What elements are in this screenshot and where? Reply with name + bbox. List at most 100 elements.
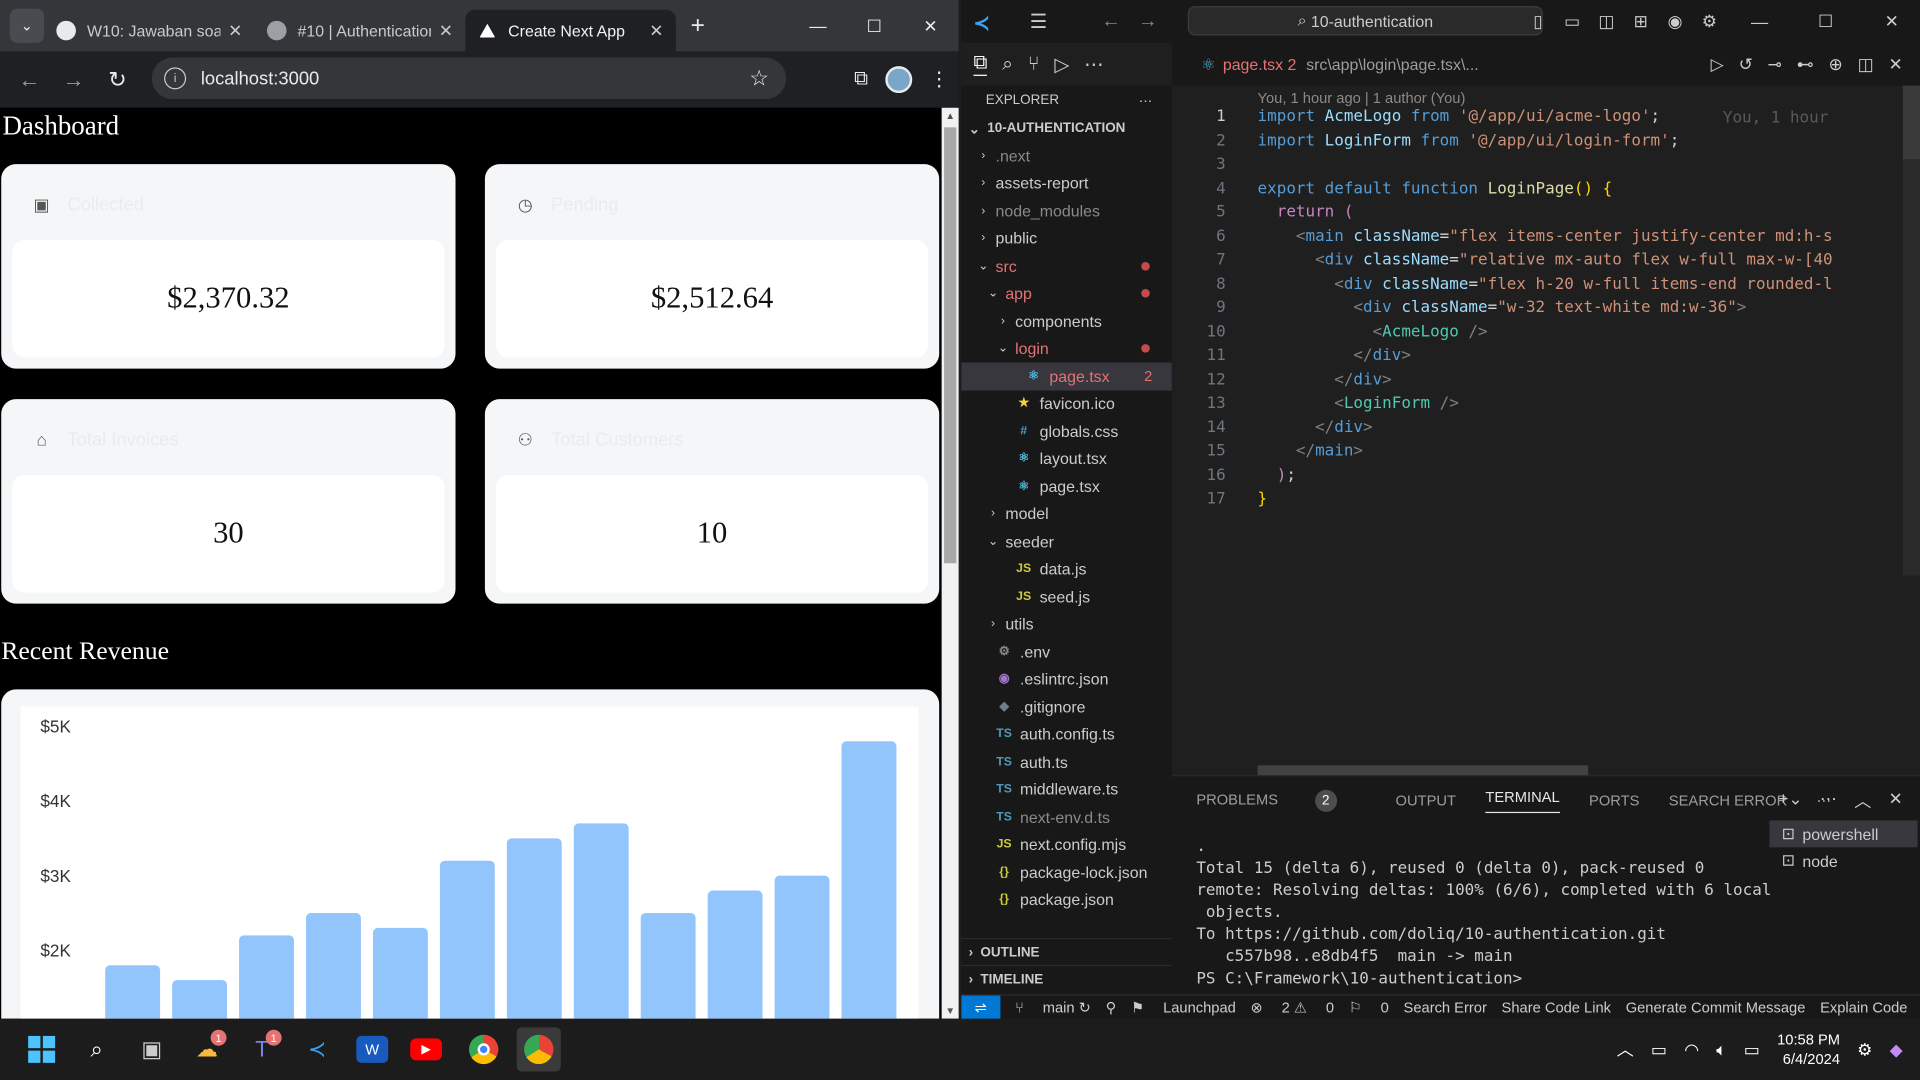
close-icon[interactable]: ✕: [1864, 11, 1920, 32]
command-center[interactable]: ⌕ 10-authentication: [1187, 6, 1543, 36]
chrome-profile-icon[interactable]: [516, 1027, 561, 1072]
scroll-down-icon[interactable]: ▼: [945, 1005, 955, 1016]
back-icon[interactable]: ←: [7, 67, 51, 93]
word-icon[interactable]: W: [356, 1035, 389, 1063]
tab-ports[interactable]: PORTS: [1589, 792, 1639, 809]
terminal-item-powershell[interactable]: ⊡ powershell: [1769, 820, 1918, 848]
tree-item[interactable]: › assets-report: [961, 170, 1172, 198]
minimize-icon[interactable]: —: [1731, 12, 1787, 32]
open-changes-icon[interactable]: ↺: [1739, 54, 1753, 75]
close-panel-icon[interactable]: ✕: [1889, 789, 1903, 813]
tree-item[interactable]: ⌄ app: [961, 280, 1172, 308]
settings-gear-icon[interactable]: ⚙: [1857, 1039, 1872, 1060]
remote-icon[interactable]: ⇌: [961, 994, 1001, 1019]
tree-item[interactable]: ⌄ seeder: [961, 528, 1172, 556]
tree-item[interactable]: ⚛ page.tsx: [961, 473, 1172, 501]
tree-item[interactable]: › public: [961, 225, 1172, 253]
copilot-icon[interactable]: ◆: [1890, 1039, 1903, 1060]
tree-item[interactable]: {} package-lock.json: [961, 858, 1172, 886]
youtube-icon[interactable]: ▶: [410, 1038, 443, 1061]
tab-search-error[interactable]: SEARCH ERROR: [1669, 792, 1787, 809]
new-tab-button[interactable]: +: [691, 12, 705, 40]
source-control-icon[interactable]: ⑂: [1028, 53, 1040, 75]
commit-message-status[interactable]: Generate Commit Message: [1626, 999, 1806, 1016]
page-scrollbar[interactable]: ▲ ▼: [941, 107, 959, 1019]
branch-status[interactable]: ⑂ main ↻: [1015, 999, 1091, 1016]
tree-item[interactable]: ◆ .gitignore: [961, 693, 1172, 721]
panel-more-icon[interactable]: ⋯: [1820, 789, 1837, 813]
tree-item[interactable]: ⚙ .env: [961, 638, 1172, 666]
start-windows-icon[interactable]: [20, 1027, 64, 1071]
timeline-section[interactable]: › TIMELINE: [961, 964, 1172, 992]
tree-item[interactable]: › utils: [961, 610, 1172, 638]
chrome-icon[interactable]: [462, 1027, 506, 1071]
layout-icon[interactable]: ⊞: [1629, 11, 1653, 32]
tree-item[interactable]: JS seed.js: [961, 583, 1172, 611]
browser-tab-3[interactable]: Create Next App ✕: [465, 9, 676, 52]
tree-item[interactable]: ◉ .eslintrc.json: [961, 666, 1172, 694]
tree-item[interactable]: TS middleware.ts: [961, 776, 1172, 804]
maximize-icon[interactable]: ☐: [846, 15, 902, 36]
browser-tab-1[interactable]: W10: Jawaban soal ✕: [44, 10, 255, 52]
git-graph-icon[interactable]: ⚲: [1106, 999, 1117, 1016]
close-tab-icon[interactable]: ✕: [649, 20, 663, 41]
tab-terminal[interactable]: TERMINAL: [1485, 789, 1560, 814]
tree-item[interactable]: ⚛ page.tsx 2: [961, 362, 1172, 391]
tree-item[interactable]: JS data.js: [961, 555, 1172, 583]
scroll-up-icon[interactable]: ▲: [945, 110, 955, 121]
maximize-panel-icon[interactable]: ︿: [1854, 789, 1871, 813]
search-error-status[interactable]: Search Error: [1404, 999, 1487, 1016]
code-view[interactable]: 1 import AcmeLogo from '@/app/ui/acme-log…: [1172, 108, 1833, 514]
account-icon[interactable]: ◉: [1663, 11, 1687, 32]
tree-item[interactable]: ⚛ layout.tsx: [961, 445, 1172, 473]
search-icon[interactable]: ⌕: [75, 1027, 119, 1071]
ports-status[interactable]: ⚐ 0: [1349, 999, 1389, 1016]
bookmark-star-icon[interactable]: ☆: [749, 66, 769, 92]
tab-output[interactable]: OUTPUT: [1396, 792, 1456, 809]
split-editor-icon[interactable]: ◫: [1858, 54, 1874, 75]
settings-gear-icon[interactable]: ⚙: [1697, 11, 1721, 32]
tree-item[interactable]: ⌄ src: [961, 252, 1172, 280]
weather-widget-icon[interactable]: ☁ 1: [185, 1027, 229, 1071]
toggle-sidebar-icon[interactable]: ▯: [1526, 11, 1550, 32]
tree-item[interactable]: › model: [961, 500, 1172, 528]
address-bar[interactable]: i localhost:3000 ☆: [151, 57, 787, 100]
reload-icon[interactable]: ↻: [96, 67, 140, 93]
launchpad-status[interactable]: ⚑ Launchpad: [1131, 999, 1236, 1016]
vscode-taskbar-icon[interactable]: ≺: [295, 1027, 339, 1071]
close-tab-icon[interactable]: ✕: [228, 20, 242, 41]
clock[interactable]: 10:58 PM 6/4/2024: [1777, 1030, 1840, 1069]
problems-status[interactable]: ⊗ 2 ⚠ 0: [1251, 999, 1335, 1016]
run-icon[interactable]: ▷: [1711, 54, 1724, 75]
nav-arrows-icon[interactable]: ←→: [1101, 10, 1174, 32]
tablet-icon[interactable]: ▭: [1651, 1039, 1667, 1060]
tree-item[interactable]: TS auth.ts: [961, 748, 1172, 776]
terminal-output[interactable]: . Total 15 (delta 6), reused 0 (delta 0),…: [1196, 838, 1771, 992]
task-view-icon[interactable]: ▣: [130, 1027, 174, 1071]
tree-item[interactable]: ⌄ login: [961, 335, 1172, 363]
extensions-icon[interactable]: ⧉: [854, 69, 868, 91]
share-code-status[interactable]: Share Code Link: [1502, 999, 1611, 1016]
minimize-icon[interactable]: —: [790, 16, 846, 36]
forward-icon[interactable]: →: [51, 67, 95, 93]
editor-tab-page-tsx[interactable]: ⚛ page.tsx 2 src\app\login\page.tsx\...: [1172, 43, 1491, 86]
tree-item[interactable]: › node_modules: [961, 197, 1172, 225]
tree-item[interactable]: › .next: [961, 142, 1172, 170]
tree-item[interactable]: {} package.json: [961, 886, 1172, 914]
wifi-icon[interactable]: ◠: [1684, 1039, 1699, 1060]
outline-section[interactable]: › OUTLINE: [961, 937, 1172, 965]
editor-minimap[interactable]: [1902, 85, 1920, 576]
battery-icon[interactable]: ▭: [1744, 1039, 1760, 1060]
explorer-files-icon[interactable]: ⧉: [973, 53, 988, 76]
tree-item[interactable]: ★ favicon.ico: [961, 390, 1172, 418]
volume-icon[interactable]: 🔈︎: [1716, 1039, 1726, 1060]
close-tab-icon[interactable]: ✕: [439, 20, 453, 41]
commit-icon[interactable]: ⊸: [1768, 54, 1782, 75]
search-icon[interactable]: ⌕: [1002, 53, 1013, 75]
profile-avatar[interactable]: [885, 66, 913, 94]
run-debug-icon[interactable]: ▷: [1054, 52, 1069, 76]
compare-icon[interactable]: ⊷: [1797, 54, 1814, 75]
explain-code-status[interactable]: Explain Code: [1820, 999, 1907, 1016]
explorer-more-icon[interactable]: ⋯: [1139, 92, 1152, 109]
tray-overflow-icon[interactable]: ︿: [1617, 1037, 1634, 1061]
